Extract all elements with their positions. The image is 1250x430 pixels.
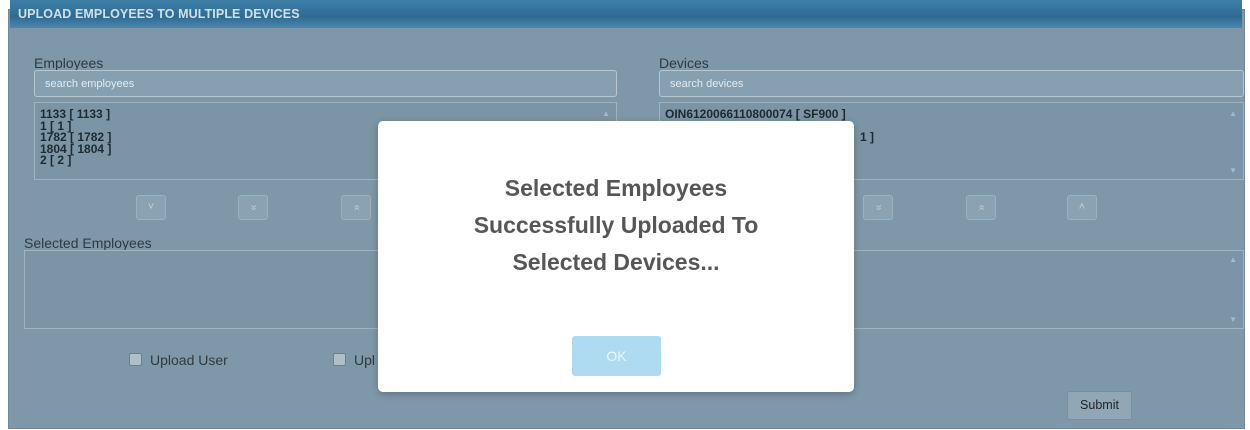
scroll-down-icon[interactable]: ▼ — [1229, 315, 1237, 324]
double-chevron-up-icon: « — [350, 204, 363, 211]
device-move-all-down-button[interactable]: » — [863, 195, 893, 220]
upload-option-checkbox[interactable] — [333, 353, 346, 366]
scroll-down-icon[interactable]: ▼ — [1229, 166, 1237, 175]
upload-user-checkbox[interactable] — [129, 353, 142, 366]
success-dialog: Selected Employees Successfully Uploaded… — [378, 121, 854, 392]
move-all-down-button[interactable]: » — [238, 195, 268, 220]
panel-title-bar: UPLOAD EMPLOYEES TO MULTIPLE DEVICES — [10, 0, 1242, 28]
submit-button[interactable]: Submit — [1067, 391, 1132, 420]
double-chevron-down-icon: » — [872, 204, 885, 211]
selected-employees-label: Selected Employees — [24, 235, 152, 251]
move-all-up-button[interactable]: « — [341, 195, 371, 220]
upload-option-label: Upl — [354, 352, 376, 368]
list-item[interactable]: OIN6120066110800074 [ SF900 ] — [660, 108, 1243, 121]
dialog-message: Selected Employees Successfully Uploaded… — [473, 175, 759, 275]
scroll-up-icon[interactable]: ▲ — [1229, 109, 1237, 118]
device-move-up-button[interactable]: ˄ — [1067, 195, 1097, 220]
upload-user-label: Upload User — [150, 352, 228, 368]
double-chevron-up-icon: « — [975, 204, 988, 211]
scroll-up-icon[interactable]: ▲ — [602, 109, 610, 118]
employees-label: Employees — [34, 55, 104, 71]
employees-search-input[interactable] — [34, 70, 617, 97]
devices-search-input[interactable] — [659, 70, 1244, 97]
panel-title: UPLOAD EMPLOYEES TO MULTIPLE DEVICES — [18, 7, 300, 21]
list-item[interactable]: 1133 [ 1133 ] — [35, 108, 616, 121]
move-down-button[interactable]: ˅ — [136, 195, 166, 220]
double-chevron-down-icon: » — [247, 204, 260, 211]
device-move-all-up-button[interactable]: « — [966, 195, 996, 220]
devices-label: Devices — [659, 55, 709, 71]
ok-button[interactable]: OK — [572, 336, 661, 376]
scroll-up-icon[interactable]: ▲ — [1229, 255, 1237, 264]
